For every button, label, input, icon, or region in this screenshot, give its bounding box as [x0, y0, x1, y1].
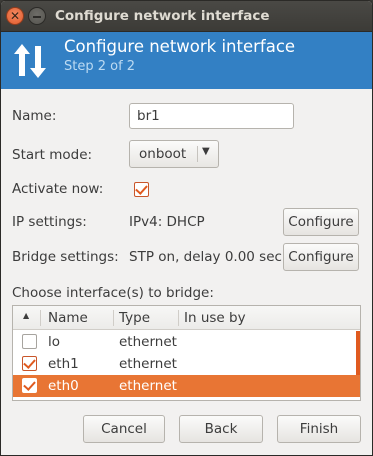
bridge-configure-button[interactable]: Configure	[283, 243, 359, 271]
bridge-settings-value: STP on, delay 0.00 sec	[129, 249, 282, 265]
chevron-down-icon: ▼	[202, 146, 210, 157]
row-edge-marker	[356, 331, 360, 353]
activate-now-label: Activate now:	[12, 181, 104, 197]
column-separator	[178, 310, 179, 326]
wizard-header: Configure network interface Step 2 of 2	[1, 32, 372, 89]
close-icon: ✕	[9, 9, 21, 23]
start-mode-label: Start mode:	[12, 147, 93, 163]
ip-configure-button[interactable]: Configure	[283, 208, 359, 236]
row-edge-marker	[356, 353, 360, 375]
bridge-settings-label: Bridge settings:	[12, 249, 119, 265]
cancel-button[interactable]: Cancel	[83, 415, 165, 443]
column-separator	[113, 310, 114, 326]
row-type: ethernet	[119, 378, 177, 394]
name-label: Name:	[12, 108, 57, 124]
name-input-value: br1	[137, 108, 160, 124]
choose-interfaces-label: Choose interface(s) to bridge:	[12, 285, 214, 301]
row-checkbox[interactable]	[22, 378, 37, 393]
column-header-name[interactable]: Name	[48, 310, 88, 326]
row-type: ethernet	[119, 334, 177, 350]
minimize-icon	[33, 16, 41, 18]
row-name: lo	[48, 334, 61, 350]
back-button[interactable]: Back	[179, 415, 263, 443]
ip-settings-value: IPv4: DHCP	[129, 214, 205, 230]
column-header-in-use-by[interactable]: In use by	[184, 310, 246, 326]
row-checkbox[interactable]	[22, 356, 37, 371]
list-item[interactable]: lo ethernet	[13, 331, 360, 353]
wizard-title: Configure network interface	[64, 37, 296, 56]
title-bar: ✕ Configure network interface	[1, 1, 372, 32]
row-name: eth1	[48, 356, 79, 372]
finish-button[interactable]: Finish	[277, 415, 361, 443]
list-item[interactable]: eth1 ethernet	[13, 353, 360, 375]
list-header: ▲ Name Type In use by	[13, 306, 360, 330]
activate-now-checkbox[interactable]	[134, 182, 149, 197]
row-type: ethernet	[119, 356, 177, 372]
start-mode-select[interactable]: onboot ▼	[129, 140, 219, 168]
close-button[interactable]: ✕	[6, 7, 24, 25]
select-separator	[197, 146, 198, 162]
sort-up-icon[interactable]: ▲	[23, 311, 29, 320]
row-checkbox[interactable]	[22, 334, 37, 349]
row-name: eth0	[48, 378, 79, 394]
interface-list[interactable]: ▲ Name Type In use by lo ethernet eth1 e…	[12, 305, 361, 401]
column-separator	[40, 310, 41, 326]
transfer-arrows-icon	[14, 44, 46, 78]
window-title: Configure network interface	[55, 8, 270, 24]
column-header-type[interactable]: Type	[119, 310, 150, 326]
start-mode-value: onboot	[139, 146, 187, 162]
name-input[interactable]: br1	[129, 103, 294, 129]
minimize-button[interactable]	[28, 7, 46, 25]
ip-settings-label: IP settings:	[12, 214, 87, 230]
wizard-step: Step 2 of 2	[64, 59, 136, 74]
list-item-selected[interactable]: eth0 ethernet	[13, 375, 360, 397]
configure-network-dialog: ✕ Configure network interface Configure …	[0, 0, 373, 456]
